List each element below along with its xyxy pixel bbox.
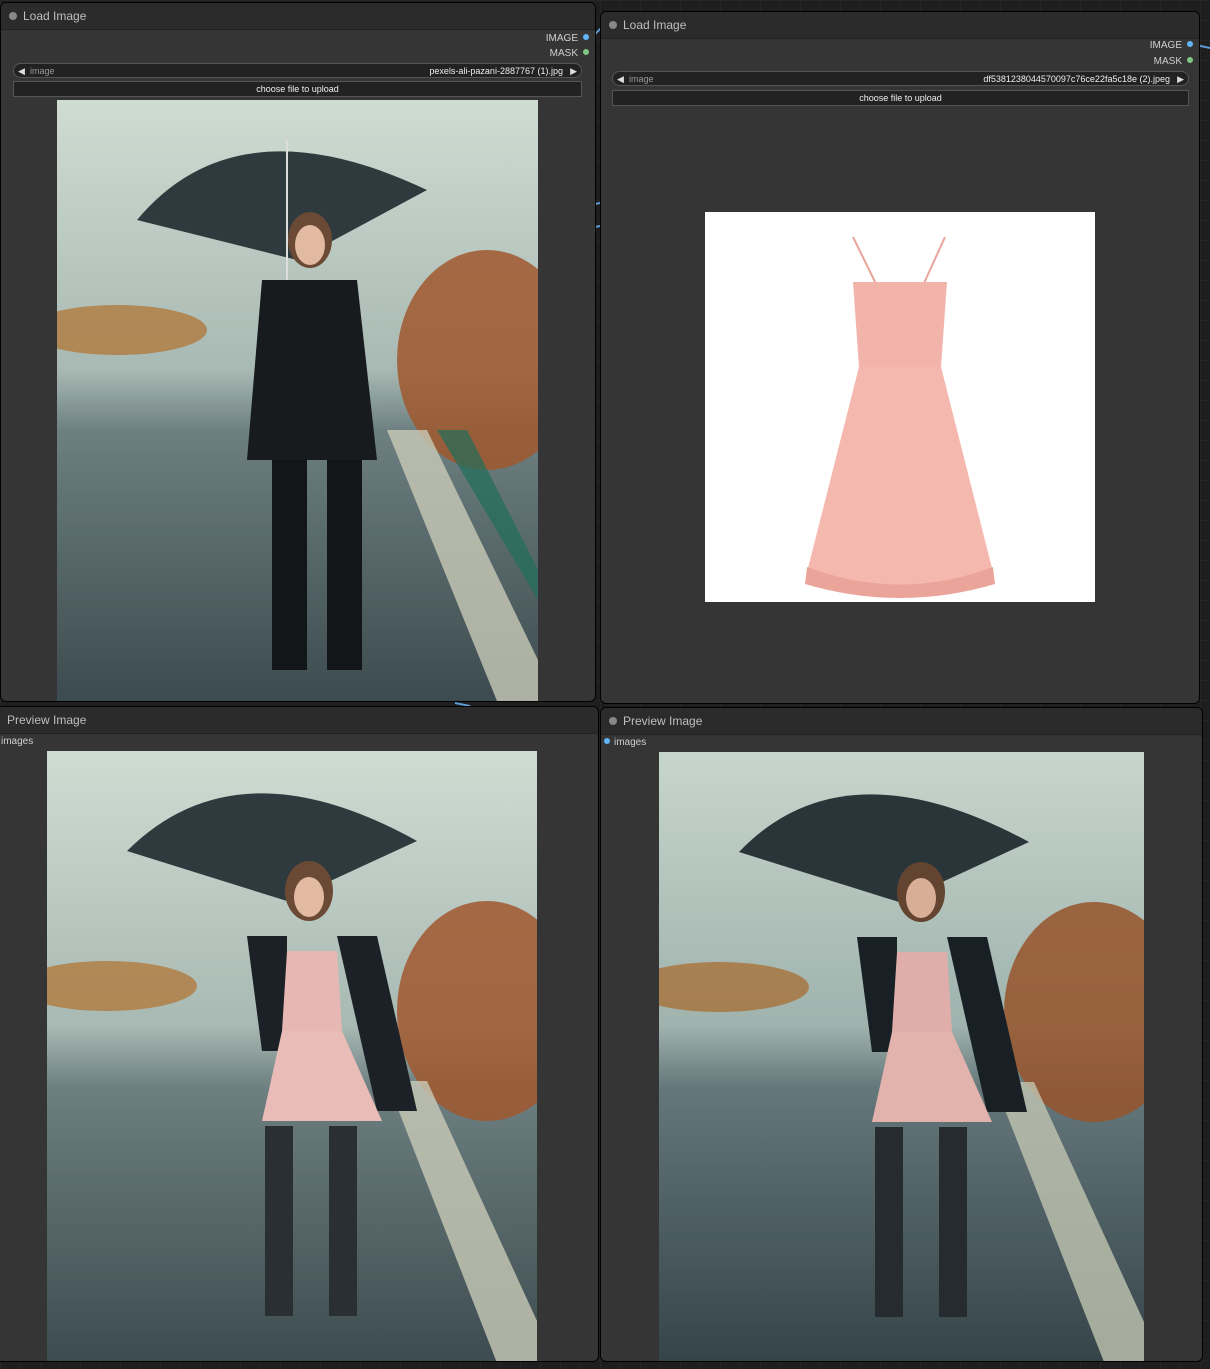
output-mask-label: MASK (549, 48, 578, 59)
node-title: Preview Image (7, 713, 87, 727)
image-combo-widget[interactable]: ◀ image df5381238044570097c76ce22fa5c18e… (612, 71, 1189, 86)
loaded-image-person (57, 100, 538, 701)
input-images-label: images (614, 737, 647, 748)
input-images-label: images (1, 736, 34, 747)
next-arrow-icon[interactable]: ▶ (570, 64, 577, 79)
preview-result-image-2 (659, 752, 1144, 1361)
preview-result-image-1 (47, 751, 537, 1361)
output-image[interactable]: IMAGE (1150, 39, 1193, 53)
prev-arrow-icon[interactable]: ◀ (18, 64, 25, 79)
output-mask[interactable]: MASK (1154, 55, 1193, 69)
node-title: Preview Image (623, 714, 703, 728)
preview-image-node-2[interactable]: Preview Image images (600, 707, 1203, 1362)
combo-label: image (30, 66, 55, 76)
output-mask-label: MASK (1153, 56, 1182, 67)
input-images[interactable]: images (604, 736, 646, 750)
image-socket-icon[interactable] (583, 34, 589, 41)
output-image-label: IMAGE (1149, 40, 1182, 51)
input-images[interactable]: images (1, 735, 33, 749)
collapse-dot-icon[interactable] (609, 717, 617, 725)
node-title-bar[interactable]: Load Image (601, 12, 1199, 39)
load-image-node-2[interactable]: Load Image IMAGE MASK ◀ image df53812380… (600, 11, 1200, 704)
loaded-image-dress (705, 212, 1095, 602)
node-title-bar[interactable]: Preview Image (601, 708, 1202, 735)
next-arrow-icon[interactable]: ▶ (1177, 72, 1184, 87)
image-socket-icon[interactable] (1187, 41, 1193, 48)
combo-value: df5381238044570097c76ce22fa5c18e (2).jpe… (983, 74, 1170, 84)
node-title-bar[interactable]: Load Image (1, 3, 595, 30)
collapse-dot-icon[interactable] (9, 12, 17, 20)
mask-socket-icon[interactable] (583, 49, 589, 56)
prev-arrow-icon[interactable]: ◀ (617, 72, 624, 87)
output-image[interactable]: IMAGE (546, 32, 589, 46)
mask-socket-icon[interactable] (1187, 57, 1193, 64)
node-title: Load Image (623, 18, 687, 32)
load-image-node-1[interactable]: Load Image IMAGE MASK ◀ image pexels-ali… (0, 2, 596, 702)
choose-file-button[interactable]: choose file to upload (13, 81, 582, 97)
combo-label: image (629, 74, 654, 84)
node-title-bar[interactable]: Preview Image (0, 707, 598, 734)
output-mask[interactable]: MASK (550, 47, 589, 61)
image-combo-widget[interactable]: ◀ image pexels-ali-pazani-2887767 (1).jp… (13, 63, 582, 78)
collapse-dot-icon[interactable] (609, 21, 617, 29)
preview-image-node-1[interactable]: Preview Image images (0, 706, 599, 1362)
combo-value: pexels-ali-pazani-2887767 (1).jpg (429, 66, 563, 76)
choose-file-button[interactable]: choose file to upload (612, 90, 1189, 106)
image-socket-icon[interactable] (604, 738, 610, 745)
node-title: Load Image (23, 9, 87, 23)
output-image-label: IMAGE (545, 33, 578, 44)
